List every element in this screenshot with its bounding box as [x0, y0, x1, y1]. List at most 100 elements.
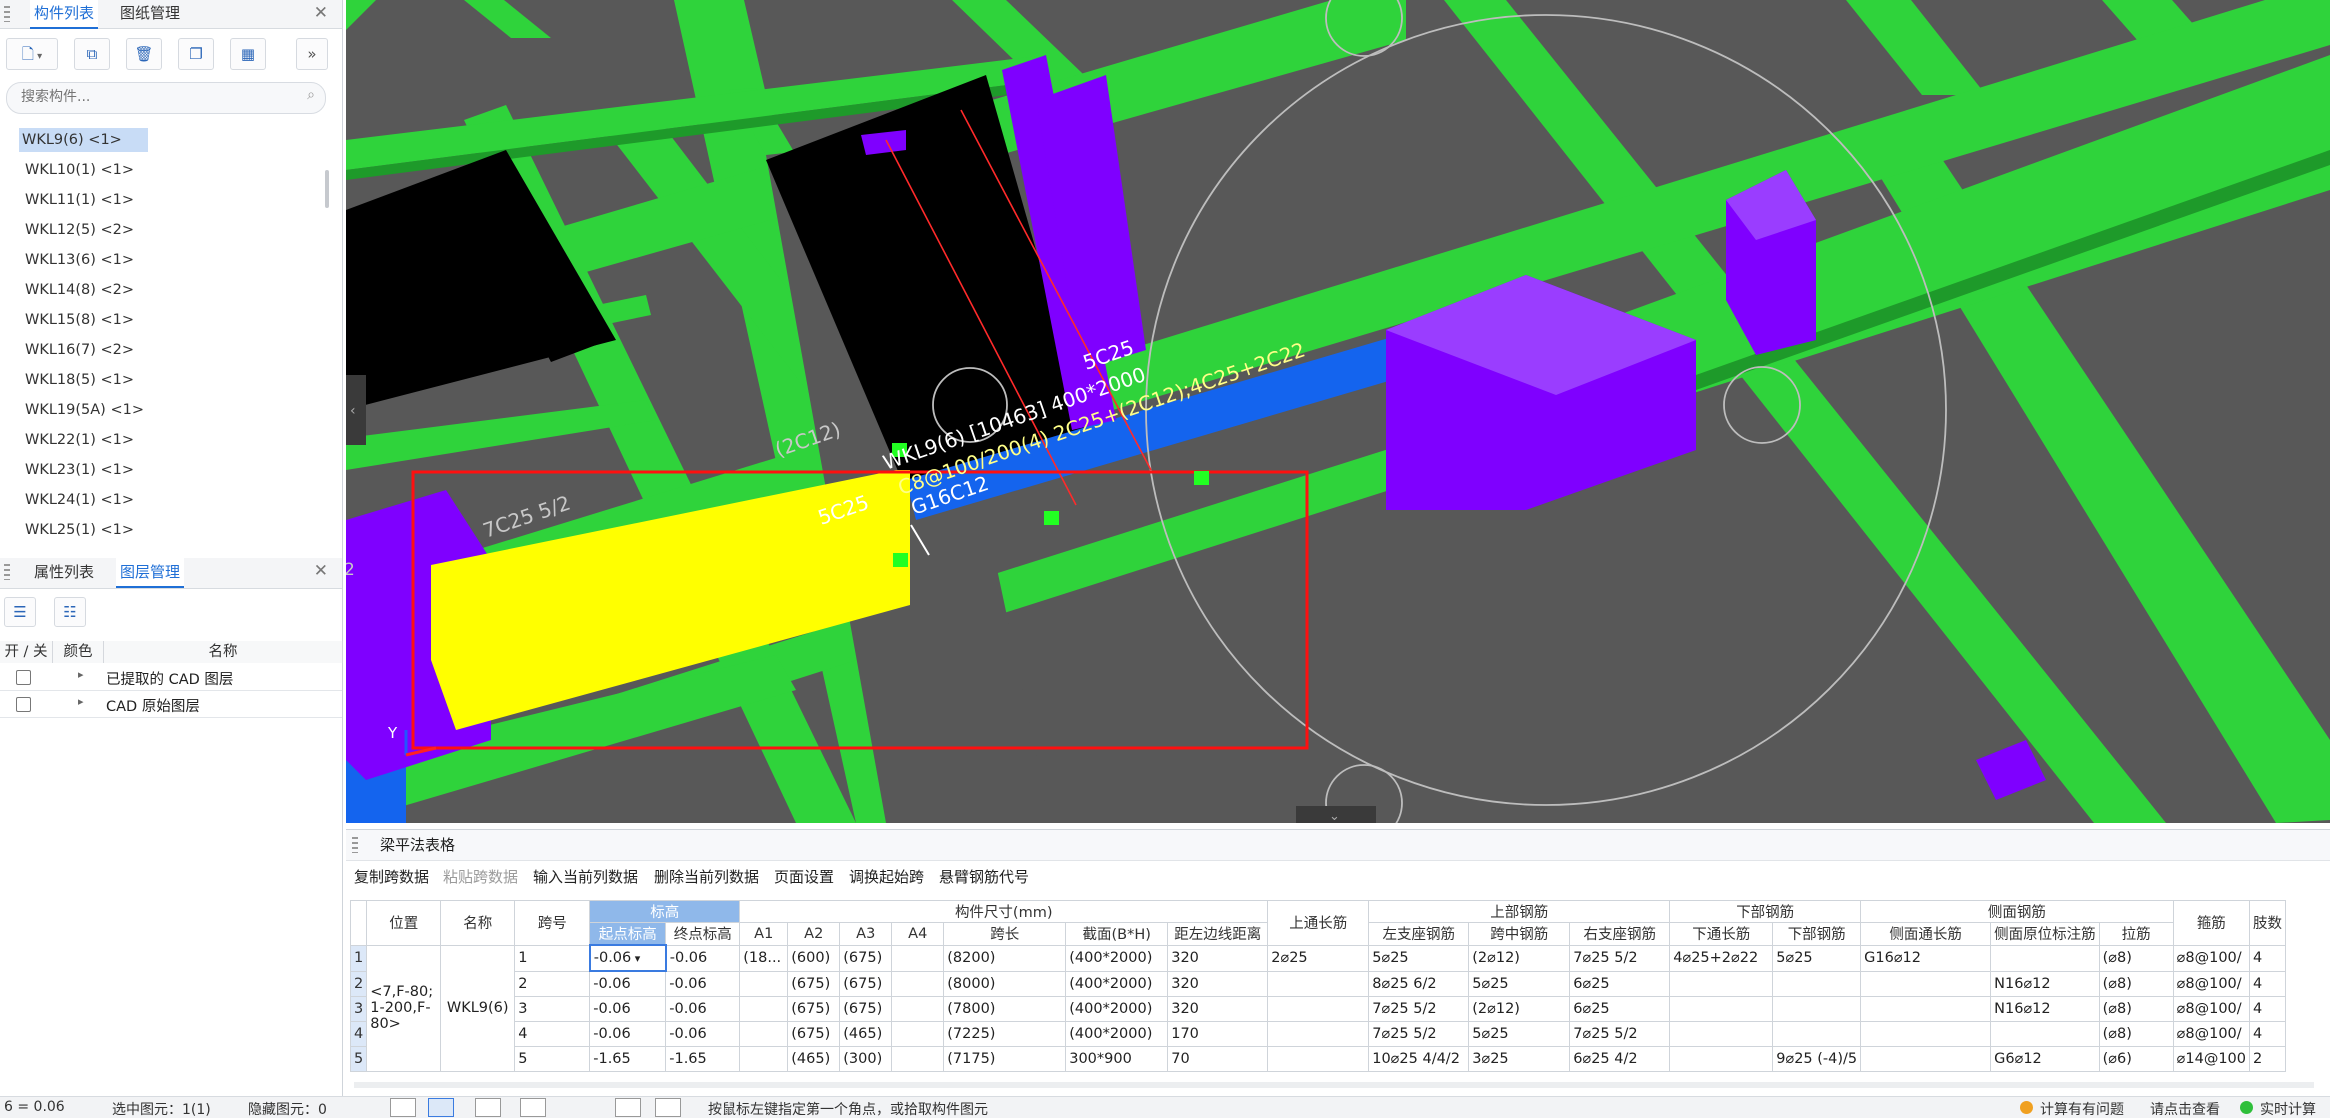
table-cell[interactable]: (400*2000) — [1065, 944, 1169, 972]
component-list-item[interactable]: WKL16(7) <2> — [22, 338, 137, 362]
copy-component-button[interactable]: ⧉ — [74, 38, 110, 70]
table-cell[interactable]: 1 — [514, 944, 591, 972]
table-cell[interactable]: (⌀8) — [2098, 1021, 2174, 1047]
table-cell[interactable]: (675) — [787, 970, 841, 997]
table-cell[interactable]: 300*900 — [1065, 1046, 1169, 1072]
expand-triangle-icon[interactable]: ▸ — [78, 668, 84, 681]
table-cell[interactable] — [1990, 1021, 2100, 1047]
table-cell[interactable]: 2 — [514, 970, 591, 997]
table-cell[interactable]: 10⌀25 4/4/2 — [1368, 1046, 1470, 1072]
cell-beam-name[interactable]: WKL9(6) — [440, 944, 516, 1072]
table-cell[interactable]: -1.65 — [589, 1046, 667, 1072]
status-view-link[interactable]: 请点击查看 — [2150, 1099, 2220, 1119]
component-list-item[interactable]: WKL12(5) <2> — [22, 218, 137, 242]
delete-column-data-button[interactable]: 删除当前列数据 — [654, 866, 759, 888]
table-cell[interactable]: ⌀8@100/ — [2172, 996, 2251, 1022]
table-cell[interactable]: (8000) — [943, 970, 1067, 997]
table-cell[interactable] — [739, 1046, 789, 1072]
ortho-toggle-button[interactable] — [428, 1098, 454, 1117]
table-cell[interactable]: 7⌀25 5/2 — [1569, 944, 1671, 972]
delete-component-button[interactable]: 🗑 — [126, 38, 162, 70]
row-number[interactable]: 2 — [349, 970, 368, 997]
swap-start-span-button[interactable]: 调换起始跨 — [849, 866, 924, 888]
table-cell[interactable]: 3⌀25 — [1468, 1046, 1571, 1072]
table-cell[interactable]: 4 — [2249, 970, 2286, 997]
layer-visibility-checkbox[interactable] — [16, 697, 31, 712]
table-cell[interactable]: -0.06 — [589, 996, 667, 1022]
tab-property-list[interactable]: 属性列表 — [30, 558, 98, 587]
table-cell[interactable]: 4 — [2249, 1021, 2286, 1047]
table-cell[interactable] — [1772, 996, 1862, 1022]
component-list-item[interactable]: WKL22(1) <1> — [22, 428, 137, 452]
table-cell[interactable] — [739, 1021, 789, 1047]
new-component-button[interactable]: 🗋 ▾ — [6, 38, 58, 70]
table-cell[interactable]: (⌀8) — [2098, 944, 2174, 972]
component-list-item[interactable]: WKL23(1) <1> — [22, 458, 137, 482]
table-cell[interactable]: 320 — [1167, 996, 1269, 1022]
table-cell[interactable]: ⌀8@100/ — [2172, 970, 2251, 997]
tab-layer-management[interactable]: 图层管理 — [116, 558, 185, 588]
table-cell[interactable] — [1990, 944, 2100, 972]
table-cell[interactable] — [891, 1046, 945, 1072]
list-scrollbar[interactable] — [325, 170, 329, 208]
table-cell[interactable]: N16⌀12 — [1990, 970, 2100, 997]
table-cell[interactable]: 70 — [1167, 1046, 1269, 1072]
table-cell[interactable] — [1669, 1021, 1774, 1047]
print-tool-button[interactable] — [615, 1098, 641, 1117]
table-cell[interactable]: 6⌀25 4/2 — [1569, 1046, 1671, 1072]
search-box[interactable]: ⌕ — [6, 82, 326, 114]
row-number[interactable]: 5 — [349, 1046, 368, 1072]
table-cell[interactable]: (675) — [787, 1021, 841, 1047]
snap-toggle-button[interactable] — [390, 1098, 416, 1117]
table-cell[interactable] — [891, 944, 945, 972]
table-cell[interactable] — [1267, 1021, 1370, 1047]
tab-drawing-management[interactable]: 图纸管理 — [116, 0, 184, 27]
arc-tool-button[interactable] — [520, 1098, 546, 1117]
table-cell[interactable]: G16⌀12 — [1860, 944, 1992, 972]
table-cell[interactable]: (465) — [839, 1021, 893, 1047]
table-cell[interactable]: (400*2000) — [1065, 970, 1169, 997]
angle-tool-button[interactable] — [655, 1098, 681, 1117]
table-cell[interactable] — [1669, 1046, 1774, 1072]
table-cell[interactable] — [891, 1021, 945, 1047]
chevron-down-icon[interactable]: ⌄ — [1329, 809, 1340, 823]
component-list-item[interactable]: WKL18(5) <1> — [22, 368, 137, 392]
table-cell[interactable] — [1860, 1021, 1992, 1047]
table-cell[interactable]: 170 — [1167, 1021, 1269, 1047]
table-cell[interactable]: 5⌀25 — [1468, 970, 1571, 997]
paste-span-data-button[interactable]: 粘贴跨数据 — [443, 866, 518, 888]
table-cell[interactable]: 5 — [514, 1046, 591, 1072]
table-cell[interactable] — [1267, 1046, 1370, 1072]
table-cell[interactable]: ⌀8@100/ — [2172, 944, 2251, 972]
table-cell[interactable]: -0.06 — [665, 1021, 741, 1047]
table-cell[interactable]: G6⌀12 — [1990, 1046, 2100, 1072]
component-list-item[interactable]: WKL11(1) <1> — [22, 188, 137, 212]
table-cell[interactable]: (⌀6) — [2098, 1046, 2174, 1072]
close-icon[interactable]: ✕ — [314, 3, 328, 23]
status-calc-problem[interactable]: 计算有有问题 — [2040, 1099, 2124, 1119]
expand-triangle-icon[interactable]: ▸ — [78, 695, 84, 708]
table-cell[interactable] — [891, 996, 945, 1022]
table-cell[interactable] — [1772, 1021, 1862, 1047]
table-cell[interactable]: 5⌀25 — [1468, 1021, 1571, 1047]
table-cell[interactable]: ⌀8@100/ — [2172, 1021, 2251, 1047]
cross-select-button[interactable] — [475, 1098, 501, 1117]
copy-span-data-button[interactable]: 复制跨数据 — [354, 866, 429, 888]
table-cell[interactable]: (7175) — [943, 1046, 1067, 1072]
drag-grip-icon[interactable] — [4, 6, 10, 22]
table-cell[interactable]: 5⌀25 — [1772, 944, 1862, 972]
table-cell[interactable]: -0.06 — [589, 1021, 667, 1047]
table-cell[interactable] — [1860, 1046, 1992, 1072]
table-cell[interactable] — [1860, 970, 1992, 997]
table-cell[interactable]: 2⌀25 — [1267, 944, 1370, 972]
table-cell[interactable]: (18... — [739, 944, 789, 972]
table-cell[interactable]: 4 — [2249, 944, 2286, 972]
table-cell[interactable]: (⌀8) — [2098, 970, 2174, 997]
show-all-layers-button[interactable]: ☰ — [4, 597, 36, 627]
table-cell[interactable]: 320 — [1167, 970, 1269, 997]
table-cell[interactable]: (7225) — [943, 1021, 1067, 1047]
cantilever-code-button[interactable]: 悬臂钢筋代号 — [939, 866, 1029, 888]
table-cell[interactable] — [1860, 996, 1992, 1022]
table-cell[interactable]: (8200) — [943, 944, 1067, 972]
table-cell[interactable]: 7⌀25 5/2 — [1368, 1021, 1470, 1047]
